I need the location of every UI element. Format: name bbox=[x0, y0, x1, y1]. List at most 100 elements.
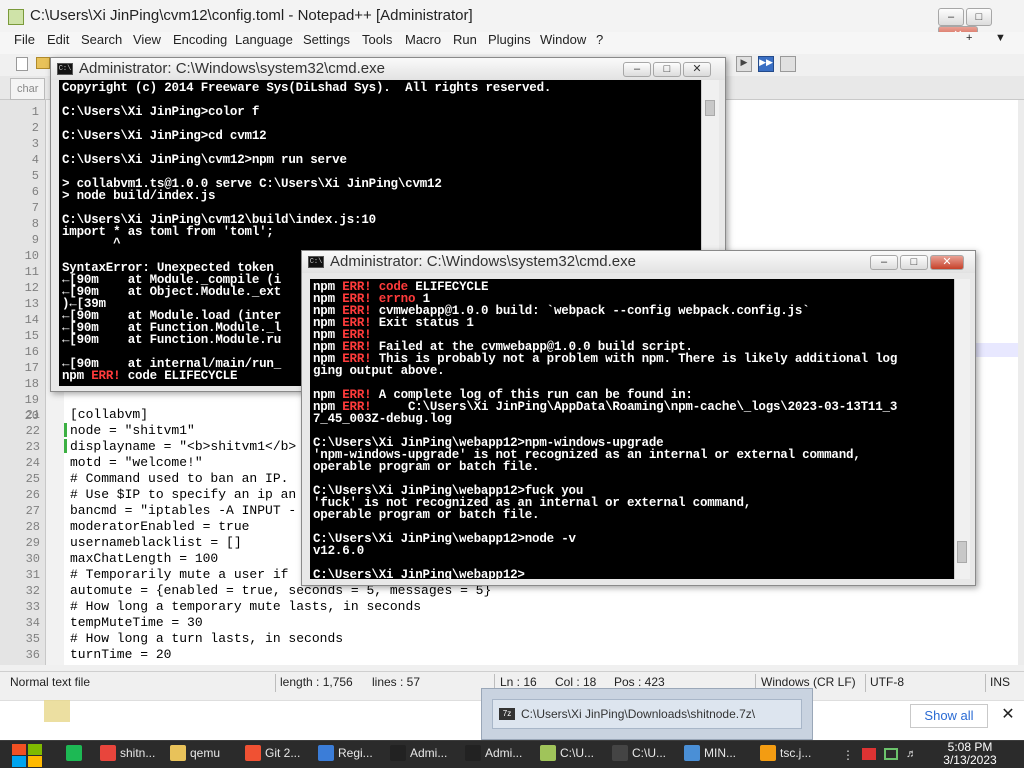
taskbar-item[interactable]: Admi... bbox=[390, 745, 447, 768]
cmd-titlebar-1[interactable]: C:\ Administrator: C:\Windows\system32\c… bbox=[51, 58, 725, 80]
taskbar-item[interactable]: C:\U... bbox=[540, 745, 594, 768]
macro-play-icon[interactable]: ▶ bbox=[736, 56, 752, 72]
taskbar-item-label: C:\U... bbox=[632, 746, 667, 760]
editor-scrollbar[interactable] bbox=[1018, 100, 1024, 665]
cmd-titlebar-2[interactable]: C:\ Administrator: C:\Windows\system32\c… bbox=[302, 251, 975, 273]
menu-encoding[interactable]: Encoding bbox=[173, 32, 227, 47]
macro-save-icon[interactable] bbox=[780, 56, 796, 72]
status-position: Pos : 423 bbox=[614, 675, 665, 689]
taskbar-thumbnail-popup[interactable]: 7z C:\Users\Xi JinPing\Downloads\shitnod… bbox=[481, 688, 813, 740]
menu-search[interactable]: Search bbox=[81, 32, 122, 47]
download-path: C:\Users\Xi JinPing\Downloads\shitnode.7… bbox=[521, 707, 756, 721]
menu-help[interactable]: ? bbox=[596, 32, 603, 47]
taskbar-item[interactable]: C:\U... bbox=[612, 745, 666, 768]
line-number: 24 bbox=[25, 456, 40, 470]
line-number: 28 bbox=[25, 520, 40, 534]
taskbar-item[interactable]: tsc.j... bbox=[760, 745, 811, 768]
minimize-icon[interactable]: – bbox=[938, 8, 964, 26]
taskbar-item[interactable]: qemu bbox=[170, 745, 220, 768]
code-line: bancmd = "iptables -A INPUT - bbox=[70, 503, 297, 518]
status-mode: INS bbox=[990, 675, 1011, 689]
menu-view[interactable]: View bbox=[133, 32, 161, 47]
archive-icon: 7z bbox=[499, 708, 515, 720]
taskbar-item[interactable]: Git 2... bbox=[245, 745, 300, 768]
line-number: 16 bbox=[24, 345, 39, 359]
macro-play-multiple-icon[interactable]: ▶▶ bbox=[758, 56, 774, 72]
taskbar-item-label: Admi... bbox=[485, 746, 523, 760]
status-line: Ln : 16 bbox=[500, 675, 537, 689]
code-line: # Temporarily mute a user if bbox=[70, 567, 289, 582]
app-icon bbox=[318, 745, 334, 761]
menu-plus-icon[interactable]: + bbox=[966, 32, 972, 44]
taskbar-item-label: C:\U... bbox=[560, 746, 595, 760]
menu-file[interactable]: File bbox=[14, 32, 35, 47]
menu-macro[interactable]: Macro bbox=[405, 32, 441, 47]
cmd2-line: C:\Users\Xi JinPing\webapp12>_ bbox=[313, 568, 533, 579]
line-number: 34 bbox=[25, 616, 40, 630]
notepadpp-window-buttons: –□✕ bbox=[936, 8, 1024, 44]
system-clock[interactable]: 5:08 PM 3/13/2023 bbox=[930, 740, 1010, 768]
network-icon[interactable] bbox=[884, 748, 898, 760]
show-all-button[interactable]: Show all bbox=[910, 704, 988, 728]
notepadpp-titlebar[interactable]: C:\Users\Xi JinPing\cvm12\config.toml - … bbox=[0, 0, 1024, 44]
line-number: 2 bbox=[31, 121, 39, 135]
maximize-icon[interactable]: □ bbox=[966, 8, 992, 26]
open-file-icon[interactable] bbox=[36, 57, 50, 69]
flag-icon[interactable] bbox=[862, 748, 876, 760]
menu-settings[interactable]: Settings bbox=[303, 32, 350, 47]
line-number: 7 bbox=[31, 201, 39, 215]
maximize-icon[interactable]: □ bbox=[653, 62, 681, 77]
cmd-scrollbar-2[interactable] bbox=[954, 279, 970, 579]
taskbar-item-label: Regi... bbox=[338, 746, 373, 760]
menu-tools[interactable]: Tools bbox=[362, 32, 392, 47]
cmd-icon: C:\ bbox=[308, 256, 324, 268]
code-line: motd = "welcome!" bbox=[70, 455, 203, 470]
cmd2-line: operable program or batch file. bbox=[313, 508, 540, 522]
line-number: 31 bbox=[25, 568, 40, 582]
scroll-thumb[interactable] bbox=[705, 100, 715, 116]
taskbar-item[interactable]: MIN... bbox=[684, 745, 736, 768]
app-icon bbox=[540, 745, 556, 761]
app-icon bbox=[100, 745, 116, 761]
close-icon[interactable]: ✕ bbox=[930, 255, 964, 270]
download-item[interactable]: 7z C:\Users\Xi JinPing\Downloads\shitnod… bbox=[492, 699, 802, 729]
line-number: 14 bbox=[24, 313, 39, 327]
line-number: 8 bbox=[31, 217, 39, 231]
menu-run[interactable]: Run bbox=[453, 32, 477, 47]
file-tab[interactable]: char bbox=[10, 78, 46, 100]
app-icon bbox=[170, 745, 186, 761]
menu-window[interactable]: Window bbox=[540, 32, 586, 47]
app-icon bbox=[390, 745, 406, 761]
minimize-icon[interactable]: – bbox=[870, 255, 898, 270]
code-line: # How long a turn lasts, in seconds bbox=[70, 631, 344, 646]
close-icon[interactable]: ✕ bbox=[998, 704, 1018, 724]
taskbar-item[interactable] bbox=[66, 745, 86, 768]
cmd2-line: v12.6.0 bbox=[313, 544, 365, 558]
code-line: turnTime = 20 bbox=[70, 647, 172, 662]
close-icon[interactable]: ✕ bbox=[683, 62, 711, 77]
line-number: 11 bbox=[24, 265, 39, 279]
line-number: 6 bbox=[31, 185, 39, 199]
tray-icon[interactable]: ⋮ bbox=[842, 748, 854, 762]
scroll-thumb[interactable] bbox=[957, 541, 967, 563]
minimize-icon[interactable]: – bbox=[623, 62, 651, 77]
taskbar-item[interactable]: shitn... bbox=[100, 745, 155, 768]
cmd-console-2[interactable]: npm ERR! code ELIFECYCLE npm ERR! errno … bbox=[310, 279, 954, 579]
menu-plugins[interactable]: Plugins bbox=[488, 32, 531, 47]
menu-language[interactable]: Language bbox=[235, 32, 293, 47]
status-filetype: Normal text file bbox=[10, 675, 91, 689]
taskbar-item-label: shitn... bbox=[120, 746, 156, 760]
volume-icon[interactable]: ♬ bbox=[906, 748, 920, 760]
taskbar-item[interactable]: Regi... bbox=[318, 745, 373, 768]
new-file-icon[interactable] bbox=[16, 57, 28, 71]
app-icon bbox=[245, 745, 261, 761]
menu-dropdown-icon[interactable]: ▼ bbox=[995, 32, 1006, 44]
taskbar-item-label: tsc.j... bbox=[780, 746, 812, 760]
start-button[interactable] bbox=[10, 742, 44, 768]
line-number: 32 bbox=[25, 584, 40, 598]
menu-edit[interactable]: Edit bbox=[47, 32, 69, 47]
taskbar-item-label: qemu bbox=[190, 746, 221, 760]
taskbar-item[interactable]: Admi... bbox=[465, 745, 522, 768]
code-line: usernameblacklist = [] bbox=[70, 535, 242, 550]
maximize-icon[interactable]: □ bbox=[900, 255, 928, 270]
